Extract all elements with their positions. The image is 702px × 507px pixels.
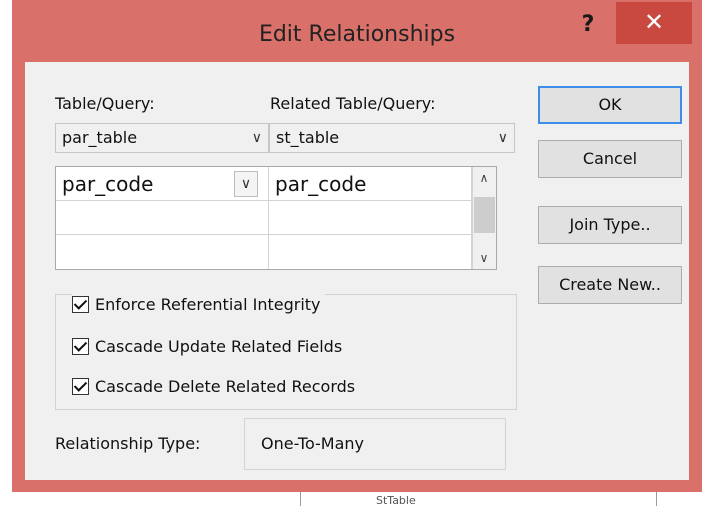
help-button[interactable]: ? [568, 8, 608, 42]
scrollbar-thumb[interactable] [474, 197, 495, 233]
cancel-button[interactable]: Cancel [538, 140, 682, 178]
create-new-button[interactable]: Create New.. [538, 266, 682, 304]
edit-relationships-dialog: Edit Relationships ? ✕ Table/Query: Rela… [12, 0, 702, 492]
close-button[interactable]: ✕ [616, 2, 692, 44]
related-table-query-value: st_table [276, 128, 340, 147]
checkbox-checked[interactable] [72, 295, 89, 313]
background-text: StTable [376, 494, 416, 507]
chevron-down-icon: ∨ [251, 130, 262, 146]
grid-cell-right[interactable] [269, 235, 472, 269]
table-query-label: Table/Query: [55, 94, 155, 113]
grid-cell-right[interactable] [269, 201, 472, 235]
table-query-select[interactable]: par_table ∨ [55, 123, 269, 153]
enforce-integrity-checkbox[interactable]: Enforce Referential Integrity [72, 293, 325, 315]
grid-cell-left[interactable] [56, 235, 269, 269]
dialog-client-area: Table/Query: Related Table/Query: par_ta… [25, 62, 689, 480]
join-type-button[interactable]: Join Type.. [538, 206, 682, 244]
enforce-integrity-label: Enforce Referential Integrity [95, 294, 321, 314]
grid-cell-right[interactable]: par_code [269, 167, 472, 201]
grid-cell-left[interactable] [56, 201, 269, 235]
field-mapping-grid: par_code ∨ par_code ∧ ∨ [55, 166, 497, 270]
cascade-update-label: Cascade Update Related Fields [95, 336, 343, 356]
close-icon: ✕ [643, 8, 665, 36]
integrity-options-group: Enforce Referential Integrity Cascade Up… [55, 293, 517, 410]
ok-button[interactable]: OK [538, 86, 682, 124]
chevron-down-icon[interactable]: ∨ [473, 251, 495, 265]
left-field-value: par_code [62, 172, 154, 196]
cascade-update-checkbox[interactable]: Cascade Update Related Fields [72, 335, 342, 357]
background-divider [656, 492, 657, 506]
right-field-value: par_code [275, 172, 367, 196]
relationship-type-value: One-To-Many [244, 418, 506, 470]
checkbox-checked[interactable] [72, 337, 89, 355]
chevron-up-icon[interactable]: ∧ [473, 171, 495, 185]
cascade-delete-label: Cascade Delete Related Records [95, 376, 356, 396]
table-query-value: par_table [62, 128, 138, 147]
relationship-type-label: Relationship Type: [55, 434, 201, 453]
grid-cell-left[interactable]: par_code ∨ [56, 167, 269, 201]
chevron-down-icon: ∨ [497, 130, 508, 146]
chevron-down-icon[interactable]: ∨ [234, 171, 258, 197]
background-divider [300, 492, 301, 506]
checkbox-checked[interactable] [72, 377, 89, 395]
cascade-delete-checkbox[interactable]: Cascade Delete Related Records [72, 375, 355, 397]
grid-vertical-scrollbar[interactable]: ∧ ∨ [472, 167, 496, 269]
related-table-query-label: Related Table/Query: [270, 94, 436, 113]
related-table-query-select[interactable]: st_table ∨ [269, 123, 515, 153]
